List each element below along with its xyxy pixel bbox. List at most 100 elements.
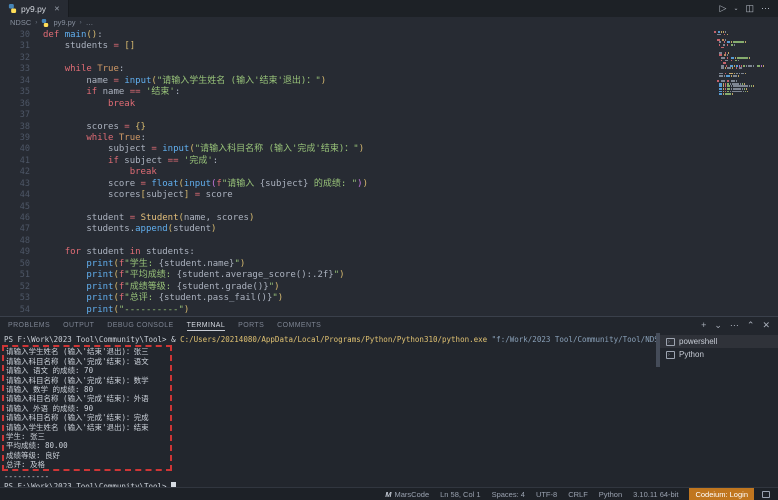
terminal-session-label: powershell bbox=[679, 337, 717, 346]
minimap-line bbox=[714, 83, 764, 85]
breadcrumb-item[interactable]: … bbox=[86, 18, 94, 27]
line-number: 33 bbox=[0, 64, 30, 75]
code-line: 47 students.append(student) bbox=[0, 224, 778, 235]
minimap-line bbox=[714, 36, 764, 38]
more-actions-icon[interactable]: ⋯ bbox=[761, 4, 770, 13]
views-more-icon[interactable]: ⋯ bbox=[730, 321, 739, 330]
minimap-line bbox=[714, 70, 764, 72]
code-text: students.append(student) bbox=[43, 224, 216, 235]
panel-tab-debug-console[interactable]: DEBUG CONSOLE bbox=[107, 320, 173, 330]
line-number: 32 bbox=[0, 53, 30, 64]
line-number: 35 bbox=[0, 87, 30, 98]
code-line: 35 if name == '结束': bbox=[0, 87, 778, 98]
breadcrumb[interactable]: NDSC›py9.py›… bbox=[0, 17, 778, 28]
terminal-output[interactable]: PS F:\Work\2023 Tool\Community\Tool> & C… bbox=[0, 333, 656, 487]
code-text: subject = input("请输入科目名称 (输入'完成'结束)：") bbox=[43, 144, 364, 155]
tab-py9[interactable]: py9.py ✕ bbox=[0, 0, 69, 17]
panel-header: PROBLEMS OUTPUT DEBUG CONSOLE TERMINAL PORTS… bbox=[0, 317, 778, 333]
code-editor[interactable]: 30def main():31 students = []3233 while … bbox=[0, 28, 778, 316]
line-number: 30 bbox=[0, 30, 30, 41]
panel-body: PS F:\Work\2023 Tool\Community\Tool> & C… bbox=[0, 333, 778, 487]
line-number: 46 bbox=[0, 213, 30, 224]
minimap[interactable] bbox=[714, 31, 764, 96]
breadcrumb-separator: › bbox=[80, 19, 82, 26]
indentation[interactable]: Spaces: 4 bbox=[492, 490, 525, 499]
python-interpreter[interactable]: 3.10.11 64-bit bbox=[633, 490, 678, 499]
panel-tab-ports[interactable]: PORTS bbox=[238, 320, 264, 330]
terminal-icon: › bbox=[666, 351, 675, 359]
run-dropdown[interactable]: ⌄ bbox=[733, 6, 738, 12]
panel-tab-terminal[interactable]: TERMINAL bbox=[187, 320, 226, 331]
minimap-line bbox=[714, 41, 764, 43]
close-tab-icon[interactable]: ✕ bbox=[54, 5, 60, 13]
code-text: student = Student(name, scores) bbox=[43, 213, 254, 224]
eol-sequence[interactable]: CRLF bbox=[568, 490, 588, 499]
minimap-line bbox=[714, 67, 764, 69]
code-text: print(f"成绩等级: {student.grade()}") bbox=[43, 282, 280, 293]
code-text: print(f"学生: {student.name}") bbox=[43, 259, 245, 270]
launch-profile-icon[interactable]: ⌄ bbox=[714, 321, 722, 330]
language-mode[interactable]: Python bbox=[599, 490, 622, 499]
line-number: 48 bbox=[0, 236, 30, 247]
code-line: 39 while True: bbox=[0, 133, 778, 144]
line-number: 52 bbox=[0, 282, 30, 293]
feedback-icon[interactable] bbox=[762, 491, 770, 498]
line-number: 34 bbox=[0, 76, 30, 87]
code-text: name = input("请输入学生姓名 (输入'结束'退出)：") bbox=[43, 76, 326, 87]
terminal-icon: › bbox=[666, 338, 675, 346]
breadcrumb-item[interactable]: NDSC bbox=[10, 18, 31, 27]
breadcrumb-item[interactable]: py9.py bbox=[53, 18, 75, 27]
terminal-line: 平均成绩: 80.00 bbox=[6, 441, 170, 450]
line-number: 43 bbox=[0, 179, 30, 190]
line-number: 36 bbox=[0, 99, 30, 110]
minimap-line bbox=[714, 75, 764, 77]
minimap-line bbox=[714, 78, 764, 80]
minimap-line bbox=[714, 31, 764, 33]
code-line: 44 scores[subject] = score bbox=[0, 190, 778, 201]
minimap-line bbox=[714, 73, 764, 75]
line-number: 51 bbox=[0, 270, 30, 281]
line-number: 50 bbox=[0, 259, 30, 270]
code-line: 50 print(f"学生: {student.name}") bbox=[0, 259, 778, 270]
red-annotation-box: 请输入学生姓名 (输入'结束'退出)：张三请输入科目名称 (输入'完成'结束)：… bbox=[2, 345, 172, 471]
cursor-position[interactable]: Ln 58, Col 1 bbox=[440, 490, 480, 499]
codeium-login[interactable]: Codeium: Login bbox=[689, 488, 754, 500]
panel-tab-output[interactable]: OUTPUT bbox=[63, 320, 94, 330]
terminal-line: 请输入科目名称 (输入'完成'结束)：语文 bbox=[6, 357, 170, 366]
code-text: for student in students: bbox=[43, 247, 195, 258]
panel-tab-problems[interactable]: PROBLEMS bbox=[8, 320, 50, 330]
line-number: 49 bbox=[0, 247, 30, 258]
terminal-line: 请输入学生姓名 (输入'结束'退出)：张三 bbox=[6, 347, 170, 356]
run-icon[interactable]: ▷ bbox=[720, 4, 727, 13]
encoding[interactable]: UTF-8 bbox=[536, 490, 557, 499]
minimap-line bbox=[714, 39, 764, 41]
new-terminal-icon[interactable]: + bbox=[701, 321, 706, 330]
code-line: 54 print("----------") bbox=[0, 305, 778, 316]
code-line: 32 bbox=[0, 53, 778, 64]
code-text: print(f"平均成绩: {student.average_score():.… bbox=[43, 270, 345, 281]
terminal-session-python[interactable]: ›Python bbox=[660, 348, 778, 361]
panel-actions: + ⌄ ⋯ ⌃ ✕ bbox=[701, 321, 770, 330]
terminal-command-line: PS F:\Work\2023 Tool\Community\Tool> & C… bbox=[4, 335, 656, 344]
maximize-panel-icon[interactable]: ⌃ bbox=[747, 321, 755, 330]
code-line: 38 scores = {} bbox=[0, 122, 778, 133]
terminal-scrollbar[interactable] bbox=[656, 333, 660, 487]
panel-tab-comments[interactable]: COMMENTS bbox=[277, 320, 321, 330]
code-text: print(f"总评: {student.pass_fail()}") bbox=[43, 293, 283, 304]
bottom-panel: PROBLEMS OUTPUT DEBUG CONSOLE TERMINAL PORTS… bbox=[0, 316, 778, 487]
minimap-line bbox=[714, 88, 764, 90]
close-panel-icon[interactable]: ✕ bbox=[762, 321, 770, 330]
minimap-line bbox=[714, 54, 764, 56]
code-text: print("----------") bbox=[43, 305, 189, 316]
scrollbar-slider[interactable] bbox=[656, 333, 660, 367]
code-line: 41 if subject == '完成': bbox=[0, 156, 778, 167]
terminal-line: 请输入 外语 的成绩: 90 bbox=[6, 404, 170, 413]
code-text: students = [] bbox=[43, 41, 135, 52]
split-editor-icon[interactable]: ◫ bbox=[745, 4, 754, 13]
terminal-session-powershell[interactable]: › powershell bbox=[660, 335, 778, 348]
marscode-status[interactable]: MMarsCode bbox=[385, 490, 429, 499]
line-number: 54 bbox=[0, 305, 30, 316]
terminal-line: 成绩等级: 良好 bbox=[6, 451, 170, 460]
line-number: 41 bbox=[0, 156, 30, 167]
code-line: 48 bbox=[0, 236, 778, 247]
